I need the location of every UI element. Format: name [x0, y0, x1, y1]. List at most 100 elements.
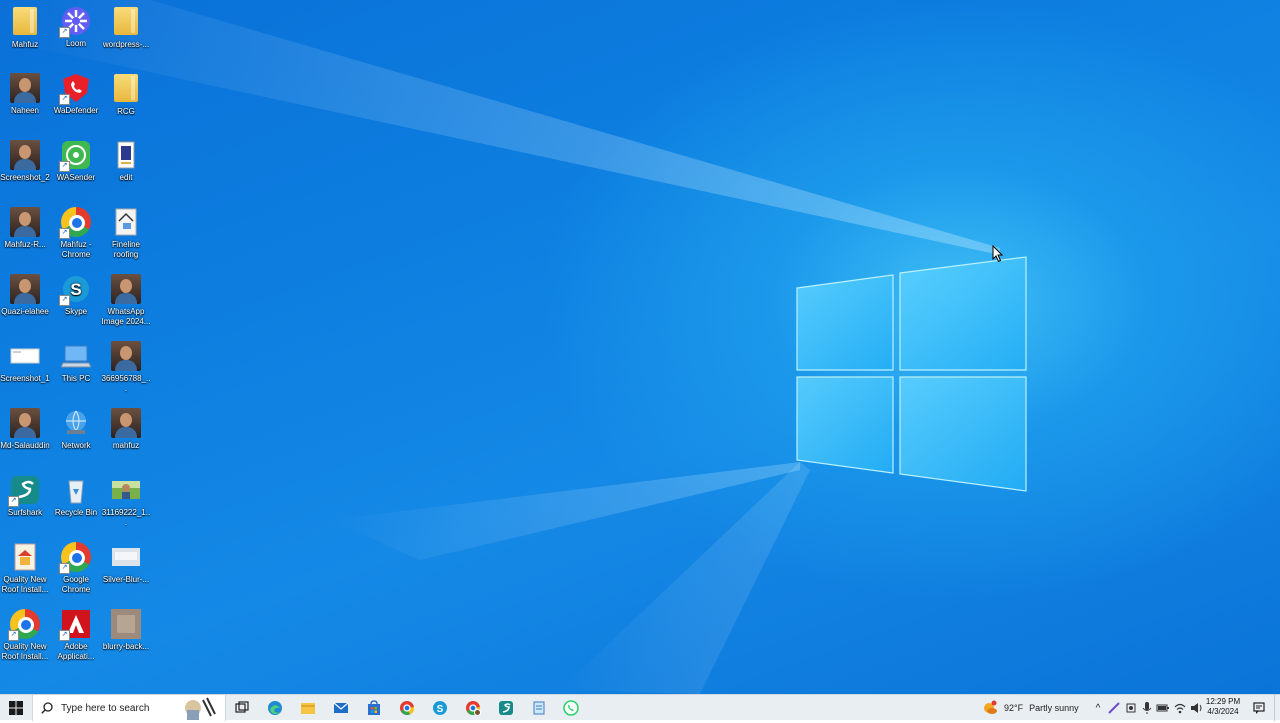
desktop-icon-wadefender[interactable]: ↗ WaDefender: [51, 73, 101, 116]
blur-dark-icon: [111, 609, 141, 639]
desktop-icon-mahfuz-chrome[interactable]: ↗ Mahfuz - Chrome: [51, 207, 101, 260]
photo-icon: [10, 207, 40, 237]
desktop-icon-label: Skype: [64, 307, 88, 316]
folder-user-icon: [10, 7, 40, 37]
desktop-icon-network[interactable]: Network: [51, 408, 101, 451]
system-tray: ^: [1092, 695, 1204, 721]
desktop-icon-label: Network: [61, 441, 91, 450]
shortcut-arrow-icon: ↗: [59, 228, 70, 239]
desktop-icon-screenshot-1[interactable]: Screenshot_1: [0, 341, 50, 384]
taskbar-app-whatsapp[interactable]: [561, 695, 581, 721]
zip-folder-icon: [111, 74, 141, 104]
loom-icon: ↗: [59, 6, 91, 38]
show-hidden-icons-chevron-up-icon[interactable]: ^: [1092, 703, 1104, 714]
shortcut-arrow-icon: ↗: [59, 94, 70, 105]
desktop-icon-wordpress-folder[interactable]: wordpress-...: [101, 6, 151, 50]
taskbar-app-store[interactable]: [364, 695, 384, 721]
notification-icon: [1253, 702, 1265, 714]
photo-icon: [10, 408, 40, 438]
desktop-icon-label: This PC: [61, 374, 91, 383]
weather-widget[interactable]: 92°F Partly sunny: [982, 695, 1079, 721]
taskbar-app-chrome-profile[interactable]: [463, 695, 483, 721]
photo-icon: [10, 140, 40, 170]
desktop-icon-skype[interactable]: S ↗ Skype: [51, 274, 101, 317]
desktop-icon-whatsapp-image[interactable]: WhatsApp Image 2024...: [101, 274, 151, 327]
desktop-icon-label: WaDefender: [53, 106, 99, 115]
desktop-icon-this-pc[interactable]: This PC: [51, 341, 101, 384]
desktop-icon-wasender[interactable]: ↗ WASender: [51, 140, 101, 183]
search-placeholder: Type here to search: [61, 702, 150, 714]
taskbar-app-skype[interactable]: S: [430, 695, 450, 721]
photo-icon: [10, 274, 40, 304]
taskbar-app-task-view[interactable]: [232, 695, 252, 721]
show-desktop-button[interactable]: [1274, 695, 1280, 721]
desktop-icon-label: Adobe Applicati...: [57, 642, 95, 661]
desktop-icon-label: WhatsApp Image 2024...: [101, 307, 151, 326]
desktop-icon-mahfuz-r[interactable]: Mahfuz-R...: [0, 207, 50, 250]
desktop-icon-file-366956788[interactable]: 366956788_...: [101, 341, 151, 394]
desktop-icon-rcg-folder[interactable]: RCG: [101, 73, 151, 117]
desktop-icon-blurry-back[interactable]: blurry-back...: [101, 609, 151, 652]
taskbar-app-file-explorer[interactable]: [298, 695, 318, 721]
desktop-icon-md-salauddin[interactable]: Md-Salauddin: [0, 408, 50, 451]
shortcut-arrow-icon: ↗: [59, 563, 70, 574]
desktop-icon-label: Recycle Bin: [54, 508, 98, 517]
zip-folder-icon: [111, 7, 141, 37]
desktop-icon-loom[interactable]: ↗ Loom: [51, 6, 101, 49]
desktop-icon-label: WASender: [56, 173, 96, 182]
desktop-icon-fineline-roofing[interactable]: Fineline roofing: [101, 207, 151, 260]
photo-icon: [10, 73, 40, 103]
device-icon[interactable]: [1124, 701, 1138, 715]
desktop-icon-mahfuz-folder[interactable]: Mahfuz: [0, 6, 50, 50]
battery-icon[interactable]: [1156, 701, 1170, 715]
desktop-icon-surfshark[interactable]: ↗ Surfshark: [0, 475, 50, 518]
task-view-icon: [235, 701, 249, 715]
clock-date: 4/3/2024: [1207, 707, 1239, 716]
weather-temperature: 92°F: [1004, 703, 1024, 713]
desktop-icon-recycle-bin[interactable]: Recycle Bin: [51, 475, 101, 518]
desktop-icon-mahfuz-photo[interactable]: mahfuz: [101, 408, 151, 451]
desktop-icon-silver-blur[interactable]: Silver-Blur-...: [101, 542, 151, 585]
taskbar-clock[interactable]: 12:29 PM 4/3/2024: [1200, 697, 1246, 717]
desktop-icon-quality-new-roof-2[interactable]: ↗ Quality New Roof Install...: [0, 609, 50, 662]
notification-center-button[interactable]: [1250, 695, 1268, 721]
wifi-icon[interactable]: [1173, 701, 1187, 715]
taskbar-app-surfshark[interactable]: [496, 695, 516, 721]
taskbar-app-notepad[interactable]: [529, 695, 549, 721]
desktop-icon-edit[interactable]: edit: [101, 140, 151, 183]
taskbar-app-chrome[interactable]: [397, 695, 417, 721]
desktop-icon-naheen[interactable]: Naheen: [0, 73, 50, 116]
weather-condition: Partly sunny: [1029, 703, 1079, 713]
svg-text:S: S: [437, 704, 444, 715]
desktop-icon-file-31169222[interactable]: 31169222_1...: [101, 475, 151, 528]
desktop-icon-adobe-app[interactable]: ↗ Adobe Applicati...: [51, 609, 101, 662]
microphone-icon[interactable]: [1141, 701, 1153, 715]
desktop-wallpaper[interactable]: Mahfuz ↗ Loom wordpress-... Naheen ↗ WaDefende…: [0, 0, 1280, 694]
chrome-icon: ↗: [59, 542, 91, 574]
desktop-icon-label: Google Chrome: [61, 575, 91, 594]
photo-icon: [111, 408, 141, 438]
shortcut-arrow-icon: ↗: [59, 630, 70, 641]
desktop-icon-label: RCG: [117, 107, 135, 116]
taskbar-app-edge[interactable]: [265, 695, 285, 721]
clock-time: 12:29 PM: [1205, 697, 1241, 706]
taskbar-app-mail[interactable]: [331, 695, 351, 721]
desktop-icon-label: Quazi-elahee: [1, 307, 49, 316]
skype-icon: S: [432, 700, 448, 716]
fineline-icon: [111, 207, 141, 237]
taskbar-search-box[interactable]: Type here to search: [32, 695, 226, 721]
pen-icon[interactable]: [1107, 701, 1121, 715]
mail-icon: [333, 700, 349, 716]
store-icon: [366, 700, 382, 716]
desktop-icon-google-chrome[interactable]: ↗ Google Chrome: [51, 542, 101, 595]
desktop-icon-quality-new-roof-1[interactable]: Quality New Roof Install...: [0, 542, 50, 595]
windows-logo-wallpaper: [796, 256, 1027, 492]
desktop-icon-quazi-elahee[interactable]: Quazi-elahee: [0, 274, 50, 317]
start-button[interactable]: [0, 695, 32, 721]
adobe-icon: ↗: [59, 609, 91, 641]
desktop-icon-label: Md-Salauddin: [0, 441, 50, 450]
roof-doc-icon: [10, 542, 40, 572]
search-icon: [41, 702, 53, 714]
desktop-icon-screenshot-2[interactable]: Screenshot_2: [0, 140, 50, 183]
desktop-icon-label: Surfshark: [7, 508, 43, 517]
